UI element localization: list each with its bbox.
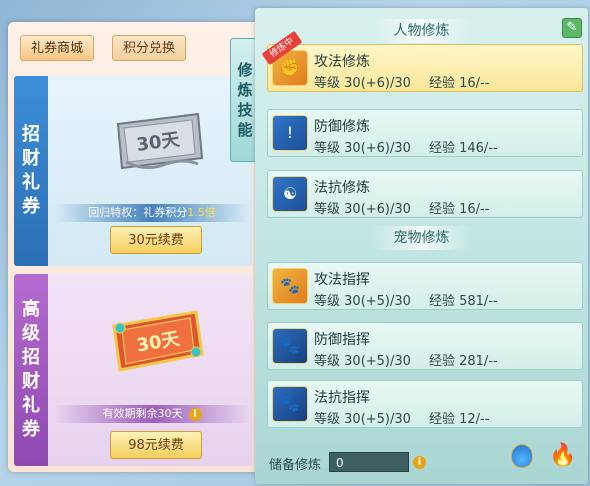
renew-98-button[interactable]: 98元续费 <box>110 431 202 459</box>
level-label: 等级 <box>314 141 341 156</box>
tab-voucher-mall[interactable]: 礼券商城 <box>20 35 95 61</box>
info-text: 有效期剩余30天 <box>102 407 183 420</box>
info-text: 回归特权：礼券积分 <box>88 206 188 219</box>
side-char: 财 <box>22 371 40 392</box>
edit-icon[interactable]: ✎ <box>562 18 582 38</box>
reserve-cultivation-bar: 储备修炼 0 i 🔥 <box>267 443 587 474</box>
voucher-card-basic: 招 财 礼 券 30天 回归特权：礼券积分1.5倍 30元续费 <box>14 76 252 266</box>
skill-stats: 等级 30(+6)/30 经验 16/-- <box>314 198 489 217</box>
skill-stats: 等级 30(+6)/30 经验 146/-- <box>314 137 498 156</box>
exp-label: 经验 <box>428 76 455 91</box>
level-label: 等级 <box>314 294 341 309</box>
exp-value: 281/-- <box>459 354 498 369</box>
level-value: 30(+5)/30 <box>344 294 411 309</box>
skill-name: 攻法指挥 <box>314 272 370 288</box>
exp-value: 581/-- <box>459 294 498 309</box>
skill-row-pet-defense[interactable]: 🐾 防御指挥 等级 30(+5)/30 经验 281/-- <box>267 322 583 370</box>
side-char: 招 <box>22 124 40 145</box>
skill-name: 攻法修炼 <box>314 54 370 70</box>
tab-char: 技 <box>237 101 253 119</box>
potion-icon[interactable] <box>511 444 533 468</box>
section-title: 人物修炼 <box>371 19 472 43</box>
tab-char: 能 <box>237 121 253 139</box>
paw-attack-icon: 🐾 <box>272 268 308 304</box>
reserve-input[interactable]: 0 <box>329 452 409 472</box>
skill-row-defense[interactable]: ! 防御修炼 等级 30(+6)/30 经验 146/-- <box>267 109 583 157</box>
renew-30-button[interactable]: 30元续费 <box>110 226 202 254</box>
skill-name: 法抗指挥 <box>314 390 370 406</box>
side-char: 礼 <box>22 172 40 193</box>
skill-name: 防御指挥 <box>314 332 370 348</box>
info-icon[interactable]: i <box>413 456 426 469</box>
skill-row-pet-attack[interactable]: 🐾 攻法指挥 等级 30(+5)/30 经验 581/-- <box>267 262 583 310</box>
exp-value: 12/-- <box>459 412 490 427</box>
skill-stats: 等级 30(+5)/30 经验 12/-- <box>314 408 489 427</box>
side-char: 高 <box>22 299 40 320</box>
reserve-label: 储备修炼 <box>269 458 322 473</box>
card-side-label: 招 财 礼 券 <box>14 76 48 266</box>
exp-label: 经验 <box>428 294 455 309</box>
side-char: 财 <box>22 148 40 169</box>
exp-value: 16/-- <box>459 202 490 217</box>
paw-shield-icon: 🐾 <box>272 328 308 364</box>
side-char: 级 <box>22 323 40 344</box>
level-value: 30(+6)/30 <box>344 141 411 156</box>
return-privilege-info: 回归特权：礼券积分1.5倍 <box>54 204 250 222</box>
info-highlight: 1.5倍 <box>187 206 216 219</box>
cultivation-panel: 人物修炼 ✎ ✊ 修炼中 攻法修炼 等级 30(+6)/30 经验 16/-- !… <box>255 8 588 484</box>
section-title: 宠物修炼 <box>371 226 472 250</box>
section-pet-cultivation: 宠物修炼 <box>255 226 588 250</box>
taiji-shield-icon: ☯ <box>272 176 308 212</box>
tab-char: 修 <box>237 61 253 79</box>
level-value: 30(+6)/30 <box>344 202 411 217</box>
exp-label: 经验 <box>428 141 455 156</box>
exp-label: 经验 <box>428 202 455 217</box>
tab-points-exchange[interactable]: 积分兑换 <box>112 35 187 61</box>
shield-icon: ! <box>272 115 308 151</box>
skill-stats: 等级 30(+5)/30 经验 281/-- <box>314 350 498 369</box>
level-value: 30(+5)/30 <box>344 354 411 369</box>
card-side-label: 高 级 招 财 礼 券 <box>14 274 48 466</box>
level-label: 等级 <box>314 354 341 369</box>
blue-flame-icon[interactable]: 🔥 <box>549 442 576 470</box>
gift-voucher-panel: 礼券商城 积分兑换 招 财 礼 券 30天 回归特权：礼券积分1.5倍 30元续… <box>8 22 260 472</box>
paw-magic-shield-icon: 🐾 <box>272 386 308 422</box>
level-value: 30(+6)/30 <box>344 76 411 91</box>
skill-row-pet-magic-resist[interactable]: 🐾 法抗指挥 等级 30(+5)/30 经验 12/-- <box>267 380 583 428</box>
skill-stats: 等级 30(+6)/30 经验 16/-- <box>314 72 489 91</box>
side-char: 礼 <box>22 395 40 416</box>
skill-name: 防御修炼 <box>314 119 370 135</box>
skill-row-magic-resist[interactable]: ☯ 法抗修炼 等级 30(+6)/30 经验 16/-- <box>267 170 583 218</box>
level-label: 等级 <box>314 76 341 91</box>
gold-ticket-icon: 30天 <box>112 310 204 372</box>
skill-name: 法抗修炼 <box>314 180 370 196</box>
exp-value: 16/-- <box>459 76 490 91</box>
exp-label: 经验 <box>428 412 455 427</box>
section-character-cultivation: 人物修炼 <box>255 19 588 43</box>
exp-label: 经验 <box>428 354 455 369</box>
skill-row-attack[interactable]: ✊ 修炼中 攻法修炼 等级 30(+6)/30 经验 16/-- <box>261 30 583 92</box>
silver-ticket-icon: 30天 <box>116 112 204 170</box>
tab-char: 炼 <box>237 81 253 99</box>
side-char: 券 <box>22 419 40 440</box>
level-label: 等级 <box>314 202 341 217</box>
info-icon[interactable]: i <box>188 407 202 421</box>
skill-stats: 等级 30(+5)/30 经验 581/-- <box>314 290 498 309</box>
side-char: 招 <box>22 347 40 368</box>
voucher-card-premium: 高 级 招 财 礼 券 30天 有效期剩余30天 i 98元续费 <box>14 274 252 466</box>
level-label: 等级 <box>314 412 341 427</box>
level-value: 30(+5)/30 <box>344 412 411 427</box>
exp-value: 146/-- <box>459 141 498 156</box>
side-char: 券 <box>22 196 40 217</box>
validity-info: 有效期剩余30天 i <box>54 405 250 423</box>
